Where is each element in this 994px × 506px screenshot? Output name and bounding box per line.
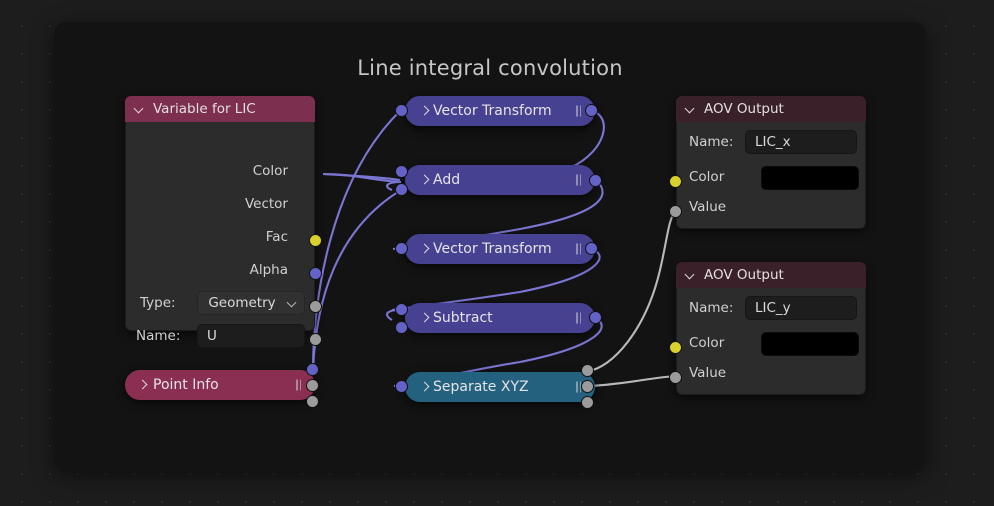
chevron-right-icon[interactable] bbox=[419, 312, 431, 324]
node-vector-transform-1[interactable]: Vector Transform bbox=[405, 96, 595, 126]
output-label-vector: Vector bbox=[244, 196, 288, 212]
socket-pointinfo-out-vector[interactable] bbox=[306, 363, 319, 376]
socket-subtract-in-b[interactable] bbox=[395, 321, 408, 334]
node-title-vector-transform-1: Vector Transform bbox=[433, 103, 552, 119]
node-title-add: Add bbox=[433, 172, 461, 188]
aov-y-name-value: LIC_y bbox=[755, 300, 791, 316]
socket-separatexyz-out-z[interactable] bbox=[581, 396, 594, 409]
node-header-aov-output-x[interactable]: AOV Output bbox=[676, 96, 866, 122]
node-grip-icon bbox=[295, 379, 302, 391]
socket-separatexyz-in-vector[interactable] bbox=[395, 380, 408, 393]
chevron-down-icon[interactable] bbox=[685, 103, 697, 115]
node-title-subtract: Subtract bbox=[433, 310, 493, 326]
aov-x-color-label: Color bbox=[689, 169, 725, 185]
socket-vt1-out-vector[interactable] bbox=[585, 104, 598, 117]
name-input-value: U bbox=[207, 328, 217, 344]
chevron-right-icon[interactable] bbox=[419, 243, 431, 255]
aov-y-color-label: Color bbox=[689, 335, 725, 351]
node-aov-output-y[interactable]: AOV Output Name: LIC_y Color Value bbox=[669, 262, 866, 395]
chevron-right-icon[interactable] bbox=[137, 379, 149, 391]
socket-output-alpha[interactable] bbox=[309, 333, 322, 346]
node-grip-icon bbox=[575, 243, 582, 255]
field-label-name: Name: bbox=[136, 328, 181, 344]
chevron-down-icon[interactable] bbox=[685, 269, 697, 281]
node-grip-icon bbox=[575, 105, 582, 117]
socket-aov-y-in-color[interactable] bbox=[669, 341, 682, 354]
node-grip-icon bbox=[575, 174, 582, 186]
node-title-point-info: Point Info bbox=[153, 377, 219, 393]
socket-separatexyz-out-y[interactable] bbox=[581, 380, 594, 393]
node-aov-output-x[interactable]: AOV Output Name: LIC_x Color Value bbox=[669, 96, 866, 229]
socket-subtract-out[interactable] bbox=[589, 311, 602, 324]
node-add[interactable]: Add bbox=[405, 165, 595, 195]
socket-vt2-out-vector[interactable] bbox=[585, 242, 598, 255]
socket-output-vector[interactable] bbox=[309, 267, 322, 280]
node-title-vector-transform-2: Vector Transform bbox=[433, 241, 552, 257]
node-title-variable-for-lic: Variable for LIC bbox=[153, 101, 256, 117]
output-label-fac: Fac bbox=[265, 229, 288, 245]
chevron-right-icon[interactable] bbox=[419, 174, 431, 186]
output-label-alpha: Alpha bbox=[249, 262, 288, 278]
type-dropdown[interactable]: Geometry bbox=[197, 291, 305, 315]
socket-pointinfo-out-value2[interactable] bbox=[306, 395, 319, 408]
node-variable-for-lic[interactable]: Variable for LIC Color Vector Fac Alpha … bbox=[125, 96, 322, 348]
socket-output-color[interactable] bbox=[309, 234, 322, 247]
aov-x-name-input[interactable]: LIC_x bbox=[745, 130, 857, 154]
aov-x-name-label: Name: bbox=[689, 134, 734, 150]
aov-y-name-input[interactable]: LIC_y bbox=[745, 296, 857, 320]
node-body-aov-output-y: Name: LIC_y Color Value bbox=[676, 288, 866, 395]
node-subtract[interactable]: Subtract bbox=[405, 303, 595, 333]
aov-x-value-label: Value bbox=[689, 199, 727, 215]
node-header-variable-for-lic[interactable]: Variable for LIC bbox=[125, 96, 315, 122]
chevron-right-icon[interactable] bbox=[419, 105, 431, 117]
chevron-down-icon[interactable] bbox=[134, 103, 146, 115]
node-grip-icon bbox=[575, 312, 582, 324]
name-input[interactable]: U bbox=[197, 324, 305, 348]
socket-separatexyz-out-x[interactable] bbox=[581, 364, 594, 377]
type-dropdown-value: Geometry bbox=[208, 295, 276, 311]
socket-aov-x-in-value[interactable] bbox=[669, 205, 682, 218]
socket-aov-y-in-value[interactable] bbox=[669, 371, 682, 384]
node-title-aov-output-y: AOV Output bbox=[704, 267, 784, 283]
field-label-type: Type: bbox=[140, 295, 176, 311]
node-separate-xyz[interactable]: Separate XYZ bbox=[405, 372, 595, 402]
socket-add-in-a[interactable] bbox=[395, 165, 408, 178]
socket-vt1-in-vector[interactable] bbox=[395, 104, 408, 117]
node-vector-transform-2[interactable]: Vector Transform bbox=[405, 234, 595, 264]
socket-vt2-in-vector[interactable] bbox=[395, 242, 408, 255]
socket-subtract-in-a[interactable] bbox=[395, 303, 408, 316]
chevron-down-icon[interactable] bbox=[286, 297, 298, 309]
node-body-aov-output-x: Name: LIC_x Color Value bbox=[676, 122, 866, 229]
node-body-variable-for-lic: Color Vector Fac Alpha Type: Geometry Na… bbox=[125, 122, 315, 348]
aov-x-name-value: LIC_x bbox=[755, 134, 791, 150]
node-point-info[interactable]: Point Info bbox=[125, 370, 315, 400]
socket-pointinfo-out-value1[interactable] bbox=[306, 379, 319, 392]
aov-y-value-label: Value bbox=[689, 365, 727, 381]
chevron-right-icon[interactable] bbox=[419, 381, 431, 393]
socket-aov-x-in-color[interactable] bbox=[669, 175, 682, 188]
node-title-separate-xyz: Separate XYZ bbox=[433, 379, 529, 395]
socket-output-fac[interactable] bbox=[309, 300, 322, 313]
aov-x-color-swatch[interactable] bbox=[761, 166, 859, 190]
node-editor-canvas[interactable]: Line integral convolution Variable for L… bbox=[0, 0, 994, 506]
socket-add-in-b[interactable] bbox=[395, 183, 408, 196]
page-title: Line integral convolution bbox=[357, 56, 623, 80]
node-header-aov-output-y[interactable]: AOV Output bbox=[676, 262, 866, 288]
aov-y-name-label: Name: bbox=[689, 300, 734, 316]
aov-y-color-swatch[interactable] bbox=[761, 332, 859, 356]
socket-add-out[interactable] bbox=[589, 174, 602, 187]
node-title-aov-output-x: AOV Output bbox=[704, 101, 784, 117]
output-label-color: Color bbox=[252, 163, 288, 179]
